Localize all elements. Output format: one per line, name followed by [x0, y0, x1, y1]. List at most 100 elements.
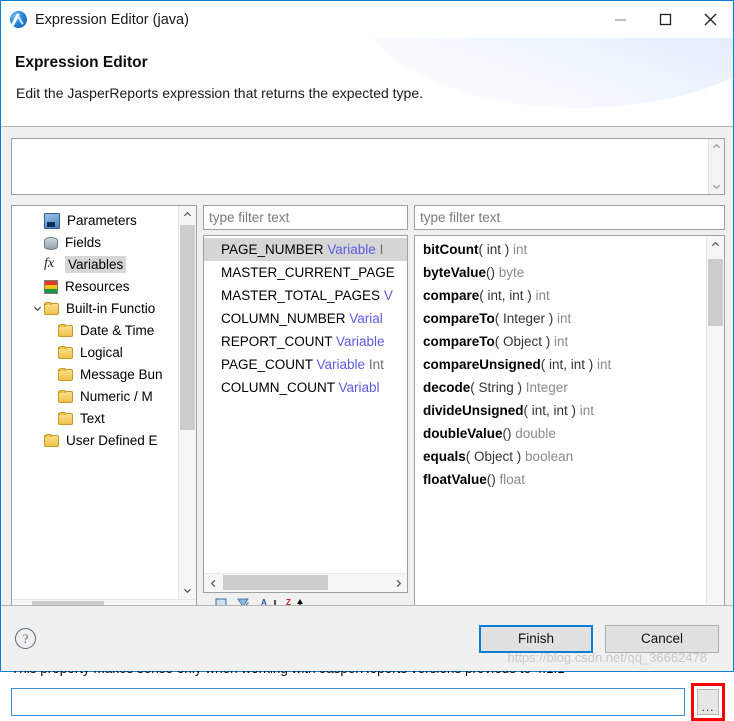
tree-item-label: Variables — [65, 255, 127, 273]
tree-item-numeric-m[interactable]: Numeric / M — [12, 385, 178, 407]
tree-scroll-up-button[interactable] — [179, 206, 196, 223]
tree-scroll-thumb[interactable] — [180, 225, 195, 430]
method-list-item[interactable]: divideUnsigned( int, int ) int — [415, 399, 706, 422]
method-list-item[interactable]: floatValue() float — [415, 468, 706, 491]
method-return-type: int — [553, 311, 572, 326]
items-scroll-right-button[interactable] — [389, 574, 407, 592]
selector-panels: Parameters Fields fx Variables Resources Buil… — [11, 205, 725, 619]
tree-item-parameters[interactable]: Parameters — [12, 209, 178, 231]
list-item[interactable]: PAGE_COUNT Variable Int — [204, 353, 407, 376]
method-return-type: int — [550, 334, 569, 349]
method-name: byteValue — [423, 265, 487, 280]
methods-vertical-scrollbar[interactable] — [706, 236, 724, 618]
method-return-type: int — [531, 288, 550, 303]
expression-input[interactable] — [12, 139, 708, 194]
chevron-up-icon[interactable] — [712, 142, 721, 151]
folder-icon — [44, 302, 59, 315]
items-list-container: PAGE_NUMBER Variable I MASTER_CURRENT_PAG… — [203, 235, 408, 593]
method-list-item[interactable]: compare( int, int ) int — [415, 284, 706, 307]
value-class-input[interactable] — [11, 688, 685, 716]
items-hscroll-track[interactable] — [222, 574, 389, 592]
chevron-left-icon — [210, 579, 215, 587]
list-item[interactable]: MASTER_TOTAL_PAGES V — [204, 284, 407, 307]
page-subtitle: Edit the JasperReports expression that r… — [16, 85, 424, 101]
maximize-button[interactable] — [643, 1, 688, 38]
folder-icon — [58, 368, 73, 381]
tree-item-message-bun[interactable]: Message Bun — [12, 363, 178, 385]
list-item[interactable]: COLUMN_COUNT Variabl — [204, 376, 407, 399]
methods-scroll-up-button[interactable] — [707, 236, 724, 253]
chevron-down-icon[interactable] — [30, 304, 44, 313]
tree-item-label: Logical — [80, 344, 123, 360]
method-list-item[interactable]: compareTo( Integer ) int — [415, 307, 706, 330]
dialog-body: Parameters Fields fx Variables Resources Buil… — [1, 127, 733, 721]
tree-vertical-scrollbar[interactable] — [178, 206, 196, 599]
list-item[interactable]: COLUMN_NUMBER Varial — [204, 307, 407, 330]
close-button[interactable] — [688, 1, 733, 38]
methods-filter-input[interactable]: type filter text — [414, 205, 725, 230]
dialog-footer: ? Finish Cancel https://blog.csdn.net/qq… — [1, 605, 733, 671]
methods-scroll-track[interactable] — [707, 253, 724, 601]
list-item[interactable]: MASTER_CURRENT_PAGE — [204, 261, 407, 284]
method-name: compare — [423, 288, 480, 303]
method-list-item[interactable]: byteValue() byte — [415, 261, 706, 284]
tree-item-fields[interactable]: Fields — [12, 231, 178, 253]
browse-button-highlight: ... — [691, 683, 725, 721]
expression-vertical-scrollbar[interactable] — [708, 139, 724, 194]
methods-list[interactable]: bitCount( int ) int byteValue() byte compa… — [415, 236, 706, 618]
list-item[interactable]: PAGE_NUMBER Variable I — [204, 238, 407, 261]
expression-editor-window: Expression Editor (java) Expression Edit… — [0, 0, 734, 721]
category-tree-list[interactable]: Parameters Fields fx Variables Resources Buil… — [12, 206, 178, 599]
variable-kind: V — [383, 288, 393, 303]
tree-item-variables[interactable]: fx Variables — [12, 253, 178, 275]
tree-scroll-track[interactable] — [179, 223, 196, 582]
tree-item-date-time[interactable]: Date & Time — [12, 319, 178, 341]
browse-button[interactable]: ... — [697, 689, 719, 715]
method-list-item[interactable]: compareTo( Object ) int — [415, 330, 706, 353]
resources-icon — [44, 279, 58, 294]
method-name: equals — [423, 449, 466, 464]
items-filter-input[interactable]: type filter text — [203, 205, 408, 230]
items-scroll-left-button[interactable] — [204, 574, 222, 592]
finish-button[interactable]: Finish — [479, 624, 593, 653]
title-bar: Expression Editor (java) — [1, 1, 733, 38]
window-controls — [598, 1, 733, 38]
method-list-item[interactable]: bitCount( int ) int — [415, 238, 706, 261]
method-list-item[interactable]: compareUnsigned( int, int ) int — [415, 353, 706, 376]
cancel-button[interactable]: Cancel — [605, 624, 719, 653]
method-list-item[interactable]: equals( Object ) boolean — [415, 445, 706, 468]
method-list-item[interactable]: decode( String ) Integer — [415, 376, 706, 399]
method-list-item[interactable]: doubleValue() double — [415, 422, 706, 445]
window-title: Expression Editor (java) — [35, 11, 189, 28]
tree-item-user-defined-e[interactable]: User Defined E — [12, 429, 178, 451]
tree-item-text[interactable]: Text — [12, 407, 178, 429]
list-item[interactable]: REPORT_COUNT Variable — [204, 330, 407, 353]
method-name: compareUnsigned — [423, 357, 541, 372]
value-class-input-row: ... — [11, 683, 725, 721]
variable-type: I — [379, 242, 384, 257]
method-return-type: int — [593, 357, 612, 372]
help-question-icon[interactable]: ? — [15, 628, 36, 649]
tree-scroll-down-button[interactable] — [179, 582, 196, 599]
method-return-type: Integer — [522, 380, 568, 395]
folder-icon — [58, 412, 73, 425]
method-name: compareTo — [423, 334, 495, 349]
method-name: floatValue — [423, 472, 487, 487]
method-name: decode — [423, 380, 471, 395]
minimize-button[interactable] — [598, 1, 643, 38]
folder-icon — [58, 346, 73, 359]
method-return-type: byte — [495, 265, 525, 280]
variable-kind: Variabl — [338, 380, 380, 395]
methods-scroll-thumb[interactable] — [708, 259, 723, 326]
method-args: ( Object ) — [465, 449, 522, 464]
chevron-down-icon[interactable] — [712, 182, 721, 191]
tree-item-built-in-functio[interactable]: Built-in Functio — [12, 297, 178, 319]
tree-item-resources[interactable]: Resources — [12, 275, 178, 297]
items-list[interactable]: PAGE_NUMBER Variable I MASTER_CURRENT_PAG… — [204, 236, 407, 573]
items-hscroll-thumb[interactable] — [223, 575, 328, 590]
folder-icon — [58, 324, 73, 337]
chevron-up-icon — [711, 241, 720, 247]
items-horizontal-scrollbar[interactable] — [204, 573, 407, 592]
tree-item-logical[interactable]: Logical — [12, 341, 178, 363]
method-args: () — [486, 472, 496, 487]
